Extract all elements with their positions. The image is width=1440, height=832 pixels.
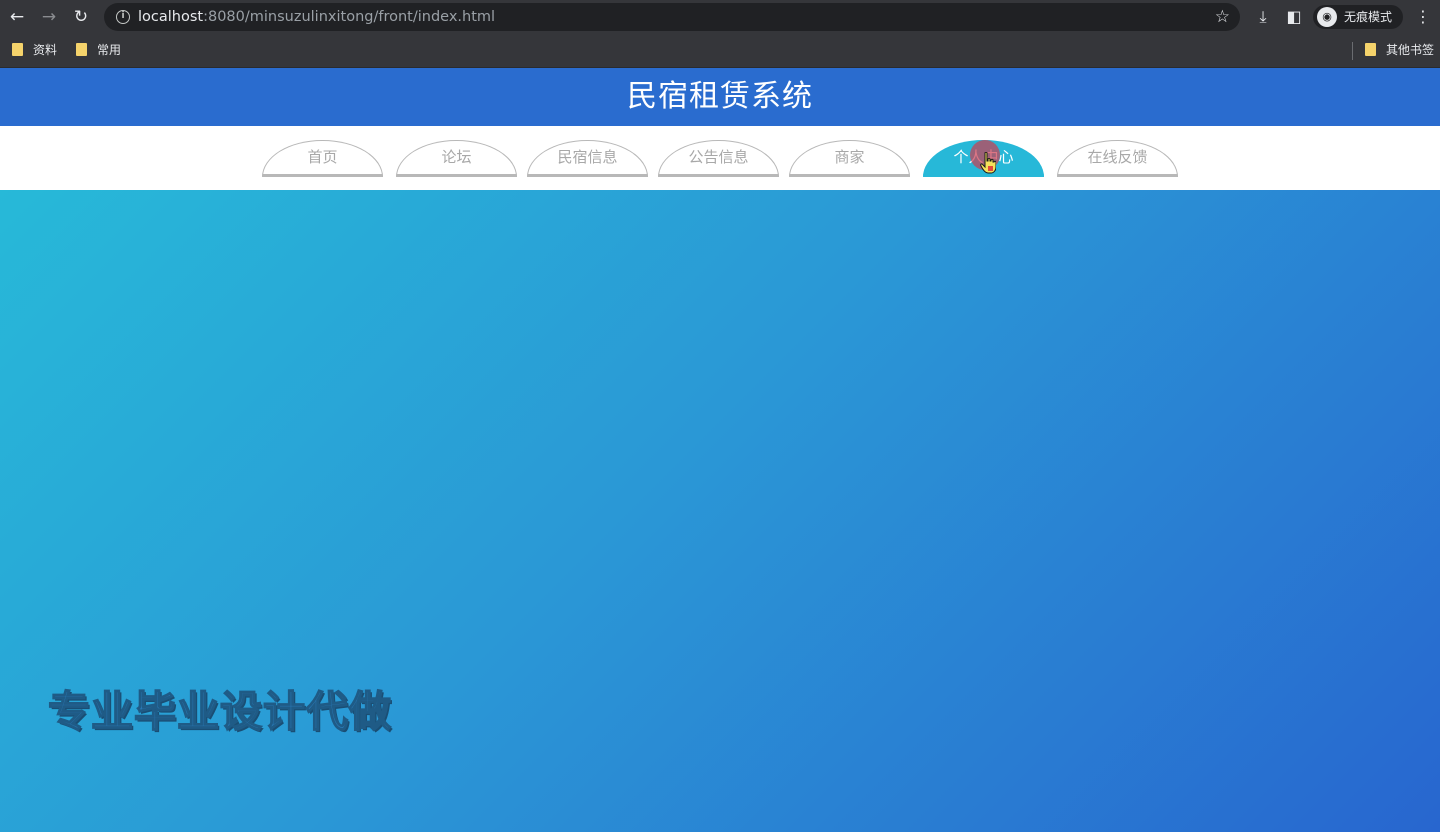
bookmark-folder-1[interactable]: 资料 [12, 34, 57, 66]
address-bar[interactable]: i localhost:8080/minsuzulinxitong/front/… [104, 3, 1240, 31]
folder-icon [76, 43, 87, 56]
bookmark-star-icon[interactable]: ☆ [1215, 7, 1230, 27]
main-nav: 首页 论坛 民宿信息 公告信息 商家 个人中心 在线反馈 [0, 126, 1440, 190]
info-icon[interactable]: i [116, 10, 130, 24]
site-header: 民宿租赁系统 [0, 68, 1440, 126]
reload-icon[interactable]: ↻ [70, 6, 92, 28]
bookmarks-divider [1352, 42, 1353, 60]
incognito-badge[interactable]: ◉ 无痕模式 [1313, 5, 1403, 29]
nav-announcements[interactable]: 公告信息 [658, 140, 779, 177]
side-panel-icon[interactable]: ◧ [1283, 6, 1305, 28]
bookmarks-bar: 资料 常用 其他书签 [0, 34, 1440, 68]
forward-icon[interactable]: → [38, 6, 60, 28]
bookmark-label: 资料 [33, 43, 58, 57]
incognito-label: 无痕模式 [1344, 10, 1393, 24]
site-title: 民宿租赁系统 [627, 79, 813, 114]
browser-toolbar: ← → ↻ i localhost:8080/minsuzulinxitong/… [0, 0, 1440, 34]
hand-cursor-icon [980, 152, 996, 174]
bookmark-label: 常用 [97, 43, 122, 57]
bookmark-folder-2[interactable]: 常用 [76, 34, 121, 66]
web-page: 民宿租赁系统 首页 论坛 民宿信息 公告信息 商家 个人中心 在线反馈 专业毕业… [0, 68, 1440, 832]
url-text[interactable]: localhost:8080/minsuzulinxitong/front/in… [138, 3, 495, 31]
hero-banner: 专业毕业设计代做 [0, 190, 1440, 832]
nav-online-feedback[interactable]: 在线反馈 [1057, 140, 1178, 177]
menu-kebab-icon[interactable]: ⋮ [1412, 6, 1434, 28]
nav-homestay-info[interactable]: 民宿信息 [527, 140, 648, 177]
folder-icon [1365, 43, 1376, 56]
watermark-text: 专业毕业设计代做 [47, 686, 393, 737]
nav-forum[interactable]: 论坛 [396, 140, 517, 177]
back-icon[interactable]: ← [6, 6, 28, 28]
folder-icon [12, 43, 23, 56]
nav-home[interactable]: 首页 [262, 140, 383, 177]
other-bookmarks-folder[interactable]: 其他书签 [1365, 34, 1434, 66]
download-icon[interactable]: ⤓ [1252, 6, 1274, 28]
bookmark-label: 其他书签 [1386, 43, 1435, 57]
incognito-icon: ◉ [1317, 7, 1337, 27]
nav-merchants[interactable]: 商家 [789, 140, 910, 177]
